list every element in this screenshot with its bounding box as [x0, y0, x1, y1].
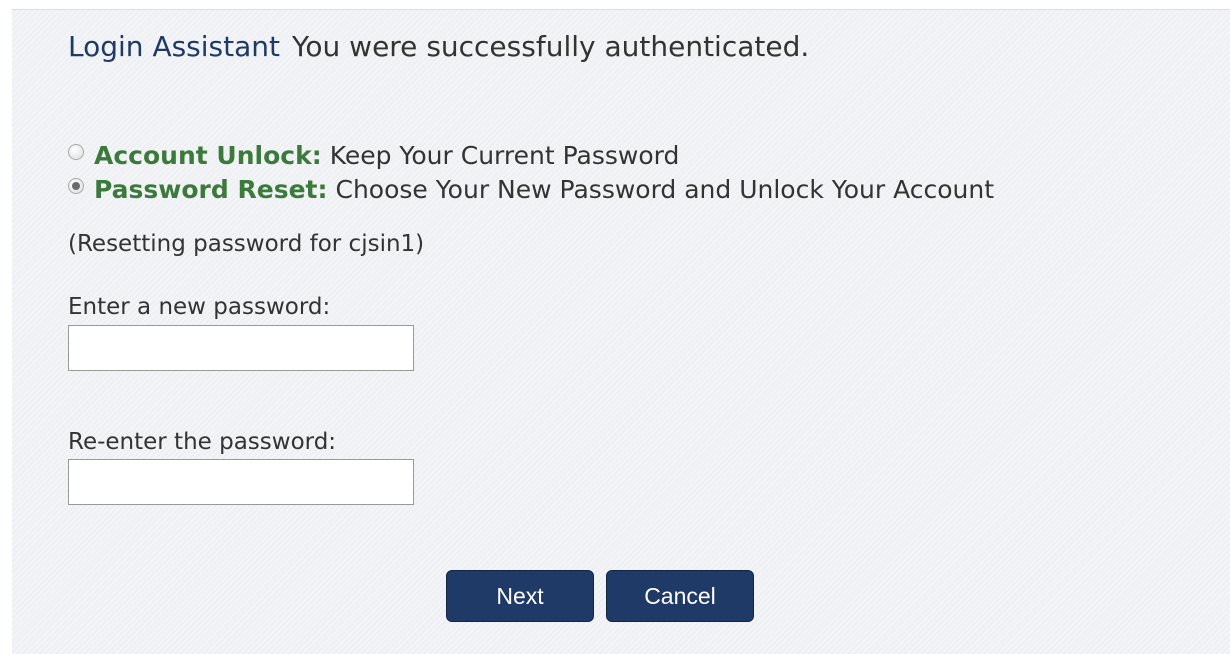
- password-reset-label: Password Reset:: [94, 174, 328, 204]
- option-password-reset[interactable]: Password Reset: Choose Your New Password…: [68, 174, 994, 204]
- confirm-password-label: Re-enter the password:: [68, 429, 337, 455]
- resetting-note: (Resetting password for cjsin1): [68, 231, 425, 257]
- new-password-input[interactable]: [68, 325, 414, 371]
- page-title: Login Assistant You were successfully aut…: [68, 30, 809, 63]
- option-account-unlock[interactable]: Account Unlock: Keep Your Current Passwo…: [68, 140, 679, 170]
- new-password-label: Enter a new password:: [68, 294, 331, 320]
- password-reset-radio[interactable]: [68, 178, 84, 194]
- app-title: Login Assistant: [68, 30, 280, 63]
- confirm-password-input[interactable]: [68, 459, 414, 505]
- auth-status-message: You were successfully authenticated.: [292, 30, 810, 63]
- cancel-button[interactable]: Cancel: [606, 570, 754, 622]
- account-unlock-label: Account Unlock:: [94, 140, 322, 170]
- account-unlock-radio[interactable]: [68, 144, 84, 160]
- next-button[interactable]: Next: [446, 570, 594, 622]
- login-assistant-panel: Login Assistant You were successfully aut…: [12, 9, 1230, 654]
- password-reset-description: Choose Your New Password and Unlock Your…: [335, 174, 995, 204]
- account-unlock-description: Keep Your Current Password: [329, 140, 680, 170]
